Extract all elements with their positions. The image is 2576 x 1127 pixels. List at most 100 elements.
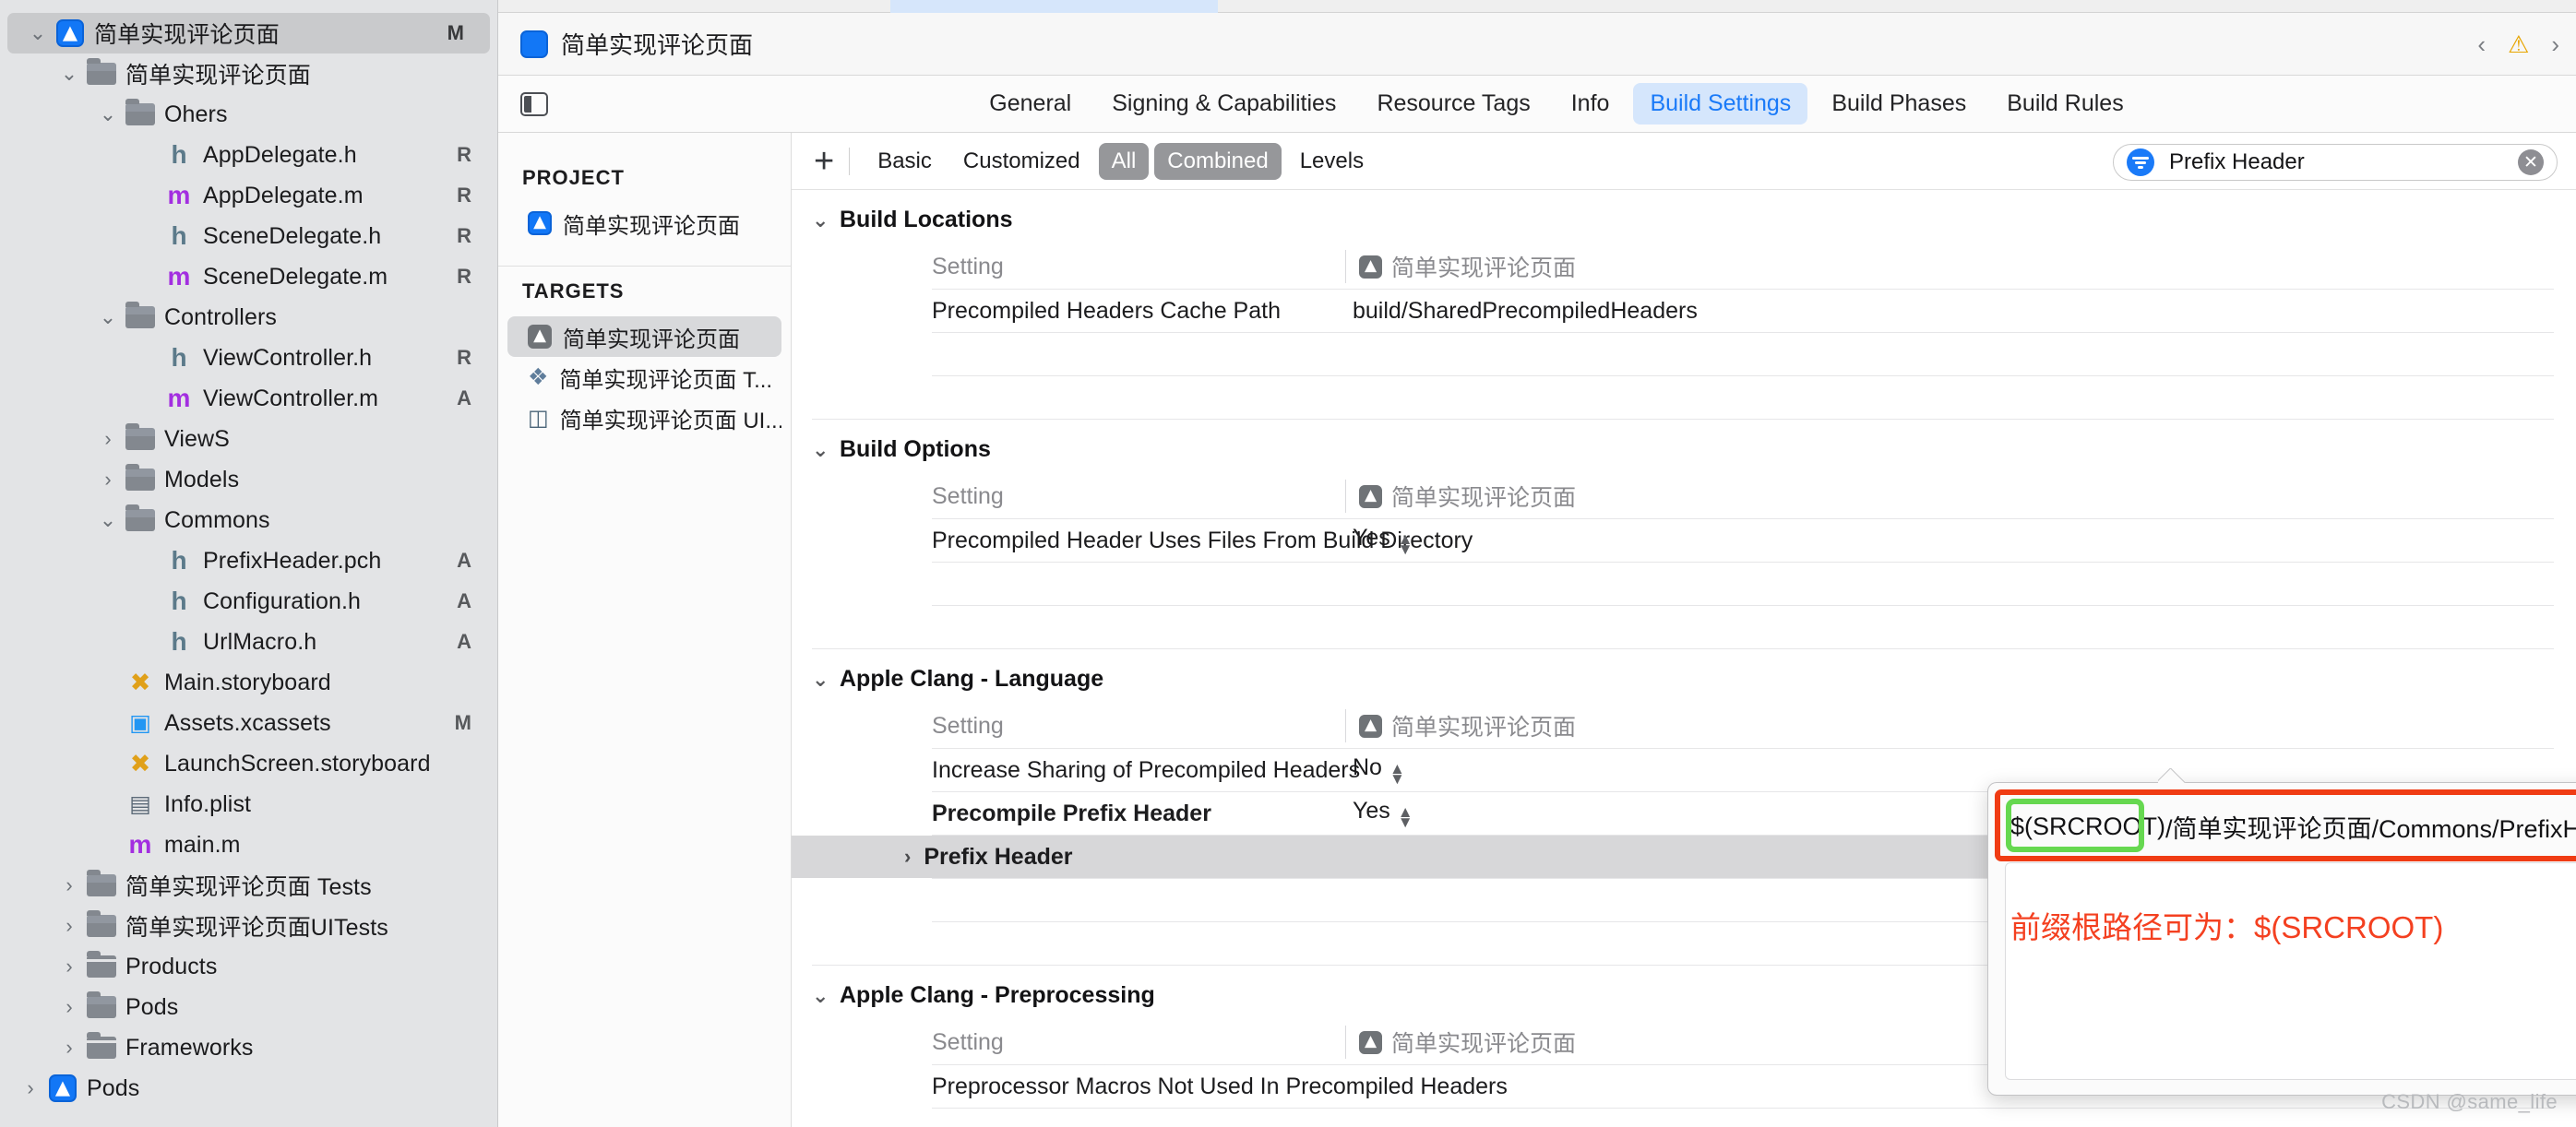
project-list-item[interactable]: ◫ 简单实现评论页面 UI... [507,397,781,438]
clear-icon[interactable]: ✕ [2518,149,2544,175]
chevron-down-icon[interactable]: ⌄ [94,104,122,125]
chevron-right-icon[interactable]: › [55,956,83,977]
editor-tab-bar: General Signing & Capabilities Resource Ta… [498,76,2576,133]
settings-group-header[interactable]: ⌄ Apple Clang - Language [792,655,2576,704]
project-list-item[interactable]: ▲ 简单实现评论页面 [507,316,781,357]
editor-tabs[interactable]: General Signing & Capabilities Resource Ta… [972,83,2140,125]
storyboard-icon: ✖ [129,668,151,696]
navigator-row-label: ViewS [164,425,230,452]
navigator-row[interactable]: › Models [0,459,497,500]
chevron-down-icon[interactable]: ⌄ [812,668,829,692]
navigator-row[interactable]: › ▲ Pods [0,1068,497,1109]
project-target-list[interactable]: PROJECT ▲ 简单实现评论页面 TARGETS ▲ 简单实现评论页面 ❖ 简单实现… [498,133,792,1127]
setting-value[interactable]: build/SharedPrecompiledHeaders [1345,298,2576,325]
tab-general[interactable]: General [972,83,1088,125]
settings-group-header[interactable]: ⌄ Build Options [792,425,2576,474]
navigator-row[interactable]: ⌄ Commons [0,500,497,540]
setting-row[interactable]: Precompiled Headers Cache Path build/Shar… [792,290,2576,332]
tab-signing-capabilities[interactable]: Signing & Capabilities [1095,83,1353,125]
filter-segments[interactable]: Basic Customized All Combined Levels [865,142,1382,180]
navigator-row-label: 简单实现评论页面 [94,22,280,48]
stepper-icon[interactable]: ▲ ▼ [1389,761,1405,787]
project-list-item-label: 简单实现评论页面 UI... [559,408,781,433]
navigator-row[interactable]: ⌄ ▲ 简单实现评论页面 M [7,13,490,53]
navigator-row[interactable]: ›mSceneDelegate.mR [0,256,497,297]
tab-resource-tags[interactable]: Resource Tags [1360,83,1546,125]
setting-name: Preprocessor Macros Not Used In Precompi… [932,1073,1508,1099]
forward-chevron-icon[interactable]: › [2551,30,2559,59]
prefix-header-value-popup[interactable]: $(SRCROOT)/简单实现评论页面/Commons/PrefixHeader… [1987,782,2576,1096]
navigator-row[interactable]: ›▤Info.plist [0,784,497,824]
tab-build-phases[interactable]: Build Phases [1815,83,1983,125]
setting-row[interactable]: Precompiled Header Uses Files From Build… [792,519,2576,562]
navigator-row[interactable]: ›▣Assets.xcassetsM [0,703,497,743]
navigator-row-status: M [454,711,471,734]
chevron-down-icon[interactable]: ⌄ [94,307,122,327]
navigator-row[interactable]: ›hPrefixHeader.pchA [0,540,497,581]
navigator-row[interactable]: › 简单实现评论页面 Tests [0,865,497,906]
navigator-row-label: Pods [125,993,179,1020]
navigator-row[interactable]: ›mmain.m [0,824,497,865]
navigator-row[interactable]: ›mAppDelegate.mR [0,175,497,216]
chevron-down-icon[interactable]: ⌄ [812,984,829,1008]
chevron-down-icon[interactable]: ⌄ [94,510,122,530]
active-window-tab[interactable] [890,0,1218,13]
stepper-icon[interactable]: ▲ ▼ [1398,804,1413,830]
chevron-right-icon[interactable]: › [55,916,83,936]
setting-value[interactable]: No ▲ ▼ [1345,754,2576,787]
filter-segment-levels[interactable]: Levels [1287,143,1377,180]
sidebar-toggle-icon[interactable] [520,91,548,116]
project-list-item[interactable]: ▲ 简单实现评论页面 [507,203,781,243]
navigator-row[interactable]: ›hViewController.hR [0,338,497,378]
navigator-row[interactable]: ›hUrlMacro.hA [0,622,497,662]
tab-build-rules[interactable]: Build Rules [1990,83,2140,125]
folder-icon [125,464,155,491]
chevron-right-icon[interactable]: › [904,845,911,869]
navigator-row[interactable]: ⌄ 简单实现评论页面 [0,53,497,94]
navigator-row[interactable]: ⌄ Ohers [0,94,497,135]
search-input[interactable]: Prefix Header ✕ [2113,144,2558,181]
stepper-icon[interactable]: ▲ ▼ [1398,531,1413,557]
chevron-right-icon[interactable]: › [94,429,122,449]
chevron-down-icon[interactable]: ⌄ [24,23,52,43]
filter-segment-customized[interactable]: Customized [950,143,1093,180]
doc-nav-buttons[interactable]: ‹ ⚠ › [2477,13,2559,76]
warning-triangle-icon[interactable]: ⚠ [2508,30,2529,59]
navigator-row[interactable]: › 简单实现评论页面UITests [0,906,497,946]
filter-segment-basic[interactable]: Basic [865,143,945,180]
filter-segment-combined[interactable]: Combined [1154,142,1282,180]
tab-info[interactable]: Info [1555,83,1627,125]
navigator-row[interactable]: ›hConfiguration.hA [0,581,497,622]
chevron-right-icon[interactable]: › [55,1038,83,1058]
tab-build-settings[interactable]: Build Settings [1633,83,1808,125]
chevron-down-icon[interactable]: ⌄ [812,438,829,462]
chevron-right-icon[interactable]: › [94,469,122,490]
search-value[interactable]: Prefix Header [2169,149,2518,175]
add-setting-button[interactable]: + [814,144,834,179]
navigator-row[interactable]: › Frameworks [0,1027,497,1068]
chevron-down-icon[interactable]: ⌄ [55,64,83,84]
navigator-row[interactable]: ›mViewController.mA [0,378,497,419]
chevron-right-icon[interactable]: › [55,875,83,896]
back-chevron-icon[interactable]: ‹ [2477,30,2486,59]
project-navigator[interactable]: ⌄▲简单实现评论页面M⌄简单实现评论页面⌄Ohers›hAppDelegate.… [0,0,498,1127]
navigator-row[interactable]: ›✖LaunchScreen.storyboard [0,743,497,784]
navigator-row[interactable]: › Products [0,946,497,987]
navigator-row[interactable]: ›hAppDelegate.hR [0,135,497,175]
prefix-header-path-field[interactable]: $(SRCROOT)/简单实现评论页面/Commons/PrefixHeader… [2005,801,2576,851]
navigator-row[interactable]: ›hSceneDelegate.hR [0,216,497,256]
chevron-down-icon[interactable]: ⌄ [812,208,829,232]
app-icon-grey: ▲ [1359,1030,1382,1054]
navigator-row-label: Models [164,466,240,492]
navigator-row[interactable]: ⌄ Controllers [0,297,497,338]
chevron-right-icon[interactable]: › [55,997,83,1017]
setting-value[interactable]: Yes ▲ ▼ [1345,525,2576,557]
navigator-row[interactable]: ›✖Main.storyboard [0,662,497,703]
navigator-row[interactable]: › ViewS [0,419,497,459]
chevron-right-icon[interactable]: › [17,1078,44,1098]
settings-group-header[interactable]: ⌄ Build Locations [792,196,2576,244]
navigator-row[interactable]: › Pods [0,987,497,1027]
project-list-item[interactable]: ❖ 简单实现评论页面 T... [507,357,781,397]
filter-segment-all[interactable]: All [1098,142,1150,180]
window-tab-strip[interactable] [498,0,2576,13]
